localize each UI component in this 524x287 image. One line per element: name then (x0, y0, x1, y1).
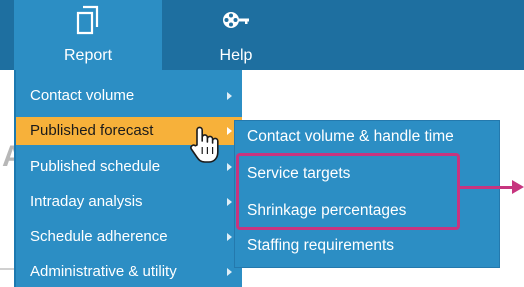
report-button-label: Report (63, 47, 113, 64)
help-button[interactable]: Help (162, 0, 310, 70)
help-film-key-icon (162, 4, 310, 36)
chevron-right-icon (227, 268, 232, 276)
menu-item-label: Contact volume (30, 87, 135, 104)
report-document-icon (14, 4, 162, 36)
top-toolbar: Report Help (0, 0, 524, 70)
submenu-item-staffing-requirements[interactable]: Staffing requirements (235, 231, 499, 261)
chevron-right-icon (227, 163, 232, 171)
menu-item-schedule-adherence[interactable]: Schedule adherence (16, 223, 242, 251)
callout-highlight-box (236, 153, 460, 230)
menu-item-label: Administrative & utility (30, 263, 177, 280)
help-button-label: Help (219, 47, 253, 64)
menu-item-label: Published forecast (30, 122, 154, 139)
chevron-right-icon (227, 92, 232, 100)
callout-arrow-line (460, 186, 514, 189)
menu-item-label: Schedule adherence (30, 228, 168, 245)
chevron-right-icon (227, 233, 232, 241)
chevron-right-icon (227, 198, 232, 206)
callout-arrow-head-icon (512, 180, 524, 194)
menu-item-administrative-utility[interactable]: Administrative & utility (16, 258, 242, 286)
menu-item-label: Published schedule (30, 158, 161, 175)
menu-item-contact-volume[interactable]: Contact volume (16, 82, 242, 110)
chevron-right-icon (227, 127, 232, 135)
hand-pointer-cursor-icon (188, 125, 222, 165)
menu-item-label: Intraday analysis (30, 193, 143, 210)
submenu-item-contact-volume-handle-time[interactable]: Contact volume & handle time (235, 122, 499, 152)
menu-item-intraday-analysis[interactable]: Intraday analysis (16, 188, 242, 216)
report-menu: Contact volume Published forecast Publis… (14, 70, 242, 287)
report-button[interactable]: Report (14, 0, 162, 70)
